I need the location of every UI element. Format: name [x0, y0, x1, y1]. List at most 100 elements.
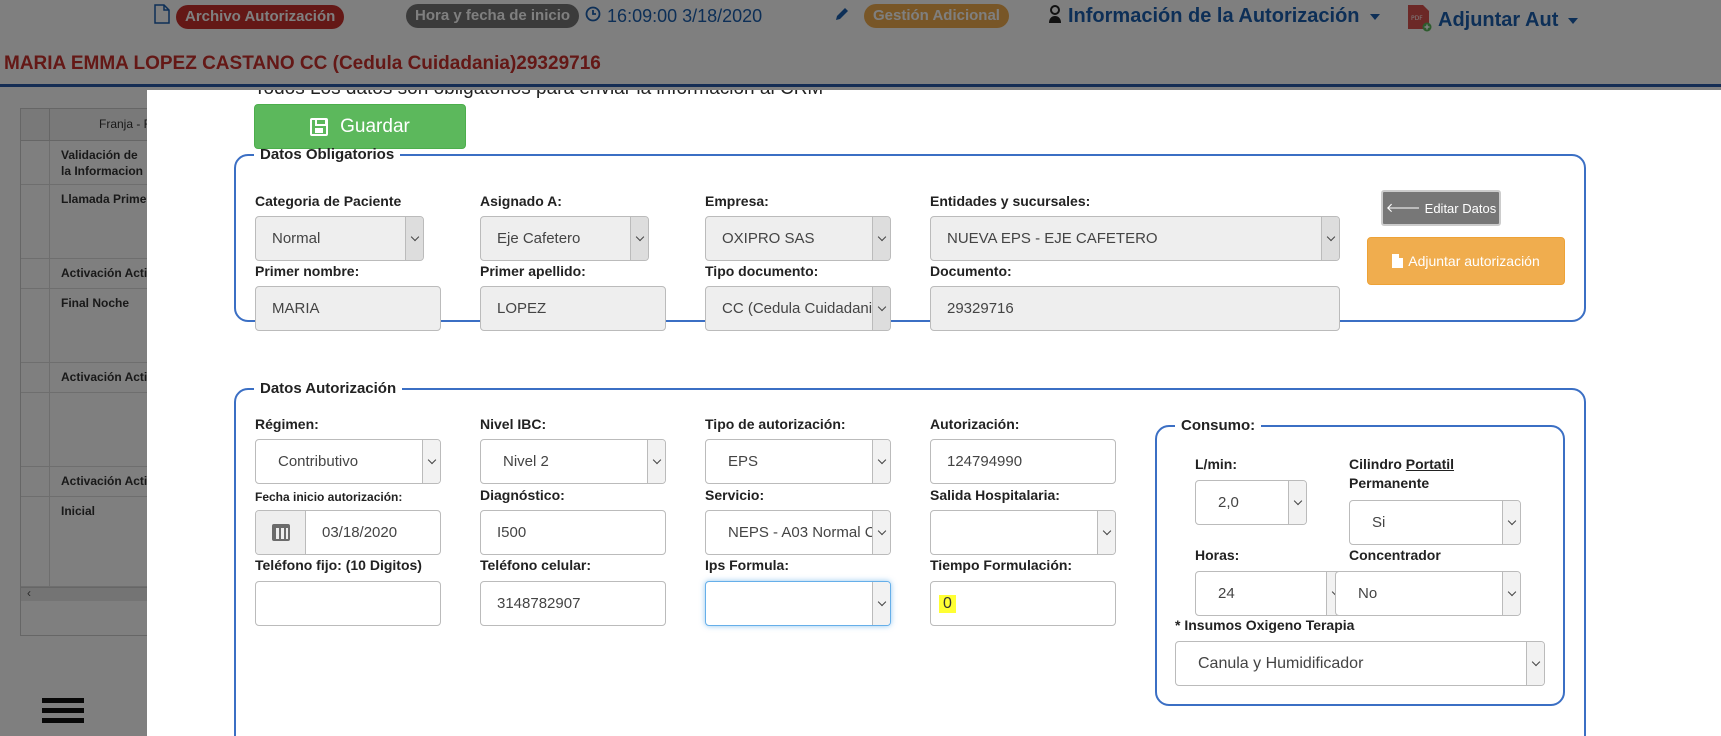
- ips-formula-select[interactable]: [705, 581, 891, 626]
- regimen-label: Régimen:: [255, 416, 319, 432]
- servicio-label: Servicio:: [705, 487, 765, 503]
- consumo-legend: Consumo:: [1181, 417, 1256, 434]
- tipo-autorizacion-select[interactable]: EPS: [705, 439, 891, 484]
- asignado-select[interactable]: Eje Cafetero: [480, 216, 649, 261]
- fecha-inicio-field[interactable]: 03/18/2020: [255, 510, 441, 555]
- cilindro-value: Si: [1372, 514, 1386, 531]
- diagnostico-field[interactable]: I500: [480, 510, 666, 555]
- empresa-value: OXIPRO SAS: [722, 230, 815, 247]
- chevron-down-icon: [1526, 642, 1544, 685]
- tipo-autorizacion-value: EPS: [728, 453, 759, 470]
- authorization-modal: Todos Los datos son obligatorios para en…: [147, 90, 1721, 736]
- horas-select[interactable]: 24: [1195, 571, 1345, 616]
- entidades-label: Entidades y sucursales:: [930, 193, 1091, 209]
- fecha-inicio-label: Fecha inicio autorización:: [255, 490, 403, 504]
- calendar-icon[interactable]: [256, 511, 306, 554]
- tipo-documento-value: CC (Cedula Cuidadania): [722, 300, 886, 317]
- primer-apellido-value: LOPEZ: [497, 300, 547, 317]
- editar-datos-label: Editar Datos: [1424, 200, 1497, 216]
- empresa-select[interactable]: OXIPRO SAS: [705, 216, 891, 261]
- concentrador-select[interactable]: No: [1335, 571, 1521, 616]
- cilindro-select[interactable]: Si: [1349, 500, 1521, 545]
- insumos-value: Canula y Humidificador: [1198, 654, 1364, 672]
- telefono-celular-value: 3148782907: [497, 595, 581, 612]
- cilindro-label-text: Cilindro: [1349, 456, 1402, 472]
- chevron-down-icon: [647, 440, 665, 483]
- chevron-down-icon: [1502, 572, 1520, 615]
- chevron-down-icon: [872, 217, 890, 260]
- ips-formula-label: Ips Formula:: [705, 557, 790, 573]
- primer-apellido-field[interactable]: LOPEZ: [480, 286, 666, 331]
- empresa-label: Empresa:: [705, 193, 769, 209]
- save-button-label: Guardar: [340, 115, 410, 137]
- chevron-down-icon: [422, 440, 440, 483]
- nivel-ibc-label: Nivel IBC:: [480, 416, 547, 432]
- horas-value: 24: [1218, 585, 1235, 602]
- servicio-select[interactable]: NEPS - A03 Normal C: [705, 510, 891, 555]
- tiempo-formulacion-field[interactable]: 0: [930, 581, 1116, 626]
- floppy-disk-icon: [310, 117, 329, 136]
- asignado-label: Asignado A:: [480, 193, 562, 209]
- editar-datos-button[interactable]: 🡐 Editar Datos: [1381, 190, 1501, 226]
- servicio-value: NEPS - A03 Normal C: [728, 524, 876, 541]
- lmin-select[interactable]: 2,0: [1195, 480, 1307, 525]
- adjuntar-autorizacion-button[interactable]: Adjuntar autorización: [1367, 237, 1565, 285]
- datos-obligatorios-legend: Datos Obligatorios: [260, 146, 395, 163]
- categoria-value: Normal: [272, 230, 321, 247]
- mandatory-note: Todos Los datos son obligatorios para en…: [254, 90, 823, 100]
- adjuntar-autorizacion-label: Adjuntar autorización: [1408, 253, 1540, 269]
- tipo-documento-label: Tipo documento:: [705, 263, 819, 279]
- documento-label: Documento:: [930, 263, 1012, 279]
- tipo-documento-select[interactable]: CC (Cedula Cuidadania): [705, 286, 891, 331]
- telefono-fijo-label: Teléfono fijo: (10 Digitos): [255, 557, 422, 573]
- primer-apellido-label: Primer apellido:: [480, 263, 586, 279]
- datos-autorizacion-legend: Datos Autorización: [260, 380, 397, 397]
- nivel-ibc-value: Nivel 2: [503, 453, 549, 470]
- diagnostico-value: I500: [497, 524, 527, 541]
- asignado-value: Eje Cafetero: [497, 230, 581, 247]
- documento-value: 29329716: [947, 300, 1014, 317]
- insumos-select[interactable]: Canula y Humidificador: [1175, 641, 1545, 686]
- diagnostico-label: Diagnóstico:: [480, 487, 565, 503]
- primer-nombre-label: Primer nombre:: [255, 263, 360, 279]
- documento-field[interactable]: 29329716: [930, 286, 1340, 331]
- primer-nombre-field[interactable]: MARIA: [255, 286, 441, 331]
- chevron-down-icon: [872, 287, 890, 330]
- cilindro-label-portatil: Portatil: [1405, 456, 1455, 472]
- lmin-value: 2,0: [1218, 494, 1239, 511]
- autorizacion-label: Autorización:: [930, 416, 1020, 432]
- chevron-down-icon: [1097, 511, 1115, 554]
- telefono-celular-label: Teléfono celular:: [480, 557, 591, 573]
- chevron-down-icon: [405, 217, 423, 260]
- categoria-label: Categoria de Paciente: [255, 193, 402, 209]
- save-button[interactable]: Guardar: [254, 104, 466, 149]
- tiempo-formulacion-value: 0: [939, 594, 956, 613]
- chevron-down-icon: [1321, 217, 1339, 260]
- regimen-value: Contributivo: [278, 453, 359, 470]
- concentrador-value: No: [1358, 585, 1378, 602]
- regimen-select[interactable]: Contributivo: [255, 439, 441, 484]
- salida-hospitalaria-select[interactable]: [930, 510, 1116, 555]
- telefono-fijo-field[interactable]: [255, 581, 441, 626]
- chevron-down-icon: [1288, 481, 1306, 524]
- insumos-label: * Insumos Oxigeno Terapia: [1175, 617, 1355, 633]
- lmin-label: L/min:: [1195, 456, 1237, 472]
- primer-nombre-value: MARIA: [272, 300, 320, 317]
- salida-hospitalaria-label: Salida Hospitalaria:: [930, 487, 1060, 503]
- entidades-value: NUEVA EPS - EJE CAFETERO: [947, 230, 1158, 247]
- telefono-celular-field[interactable]: 3148782907: [480, 581, 666, 626]
- entidades-select[interactable]: NUEVA EPS - EJE CAFETERO: [930, 216, 1340, 261]
- arrow-left-icon: 🡐: [1385, 200, 1421, 215]
- categoria-select[interactable]: Normal: [255, 216, 424, 261]
- chevron-down-icon: [872, 440, 890, 483]
- permanente-label: Permanente: [1349, 475, 1430, 491]
- tiempo-formulacion-label: Tiempo Formulación:: [930, 557, 1073, 573]
- chevron-down-icon: [872, 582, 890, 625]
- autorizacion-value: 124794990: [947, 453, 1023, 470]
- file-icon: [1392, 254, 1404, 268]
- fecha-inicio-value: 03/18/2020: [322, 524, 398, 541]
- cilindro-label: Cilindro Portatil: [1349, 455, 1454, 473]
- nivel-ibc-select[interactable]: Nivel 2: [480, 439, 666, 484]
- autorizacion-field[interactable]: 124794990: [930, 439, 1116, 484]
- tipo-autorizacion-label: Tipo de autorización:: [705, 416, 846, 432]
